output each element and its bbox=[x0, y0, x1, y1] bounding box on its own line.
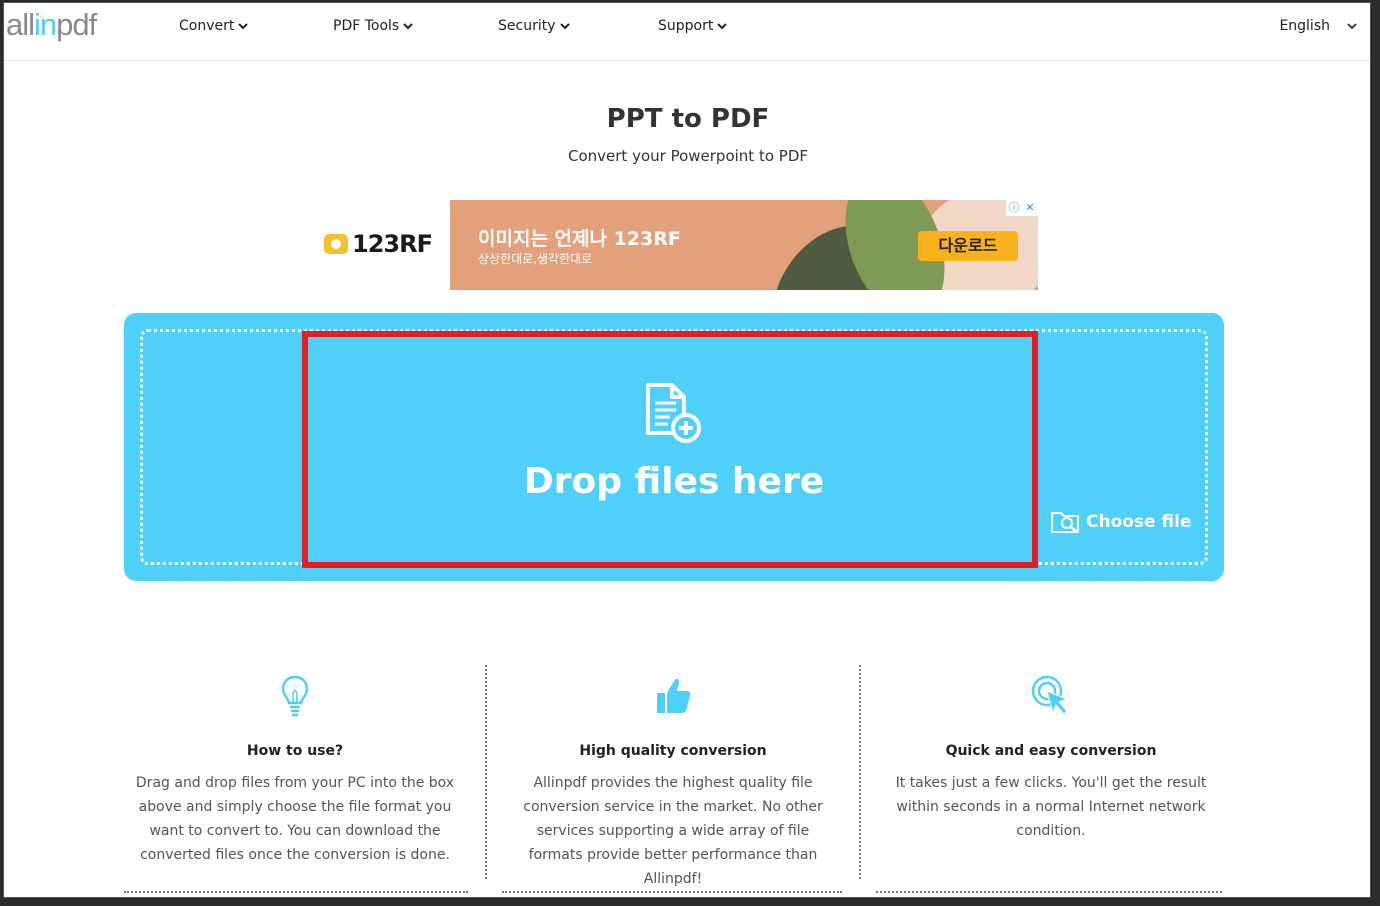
folder-search-icon bbox=[1051, 512, 1079, 533]
feature-high-quality: High quality conversion Allinpdf provide… bbox=[513, 671, 833, 891]
divider bbox=[485, 665, 487, 879]
divider bbox=[124, 891, 468, 893]
language-label: English bbox=[1279, 18, 1330, 34]
feature-description: Allinpdf provides the highest quality fi… bbox=[523, 775, 823, 887]
allinpdf-logo[interactable]: allinpdf bbox=[6, 7, 97, 43]
nav-support-label: Support bbox=[658, 18, 714, 34]
thumbs-up-icon bbox=[657, 678, 691, 713]
ad-subline: 상상한대로,생각한대로 bbox=[478, 252, 593, 266]
page-subtitle: Convert your Powerpoint to PDF bbox=[568, 147, 808, 165]
choose-file-label: Choose file bbox=[1086, 512, 1192, 532]
page-title: PPT to PDF bbox=[606, 104, 770, 134]
ad-controls: ⓘ ✕ bbox=[1006, 200, 1038, 216]
feature-description: It takes just a few clicks. You'll get t… bbox=[895, 775, 1207, 839]
add-file-icon bbox=[646, 383, 701, 443]
nav-security[interactable]: Security bbox=[498, 18, 571, 34]
divider bbox=[876, 891, 1222, 893]
click-cursor-icon bbox=[1031, 675, 1069, 715]
chevron-down-icon bbox=[1347, 23, 1357, 30]
nav-convert-label: Convert bbox=[179, 18, 235, 34]
logo-text-all: all bbox=[6, 7, 35, 42]
camera-icon bbox=[324, 234, 348, 254]
ad-download-button[interactable]: 다운로드 bbox=[918, 231, 1018, 261]
chevron-down-icon bbox=[717, 23, 728, 30]
nav-convert[interactable]: Convert bbox=[179, 18, 249, 34]
feature-title: How to use? bbox=[246, 743, 344, 759]
feature-title: Quick and easy conversion bbox=[945, 743, 1157, 759]
chevron-down-icon bbox=[403, 23, 413, 30]
site-header: allinpdf Convert PDF Tools Security Supp… bbox=[4, 3, 1370, 61]
nav-pdf-tools[interactable]: PDF Tools bbox=[333, 18, 414, 34]
divider bbox=[859, 665, 861, 879]
nav-security-label: Security bbox=[498, 18, 556, 34]
nav-pdf-tools-label: PDF Tools bbox=[333, 18, 400, 34]
lightbulb-icon bbox=[281, 675, 309, 717]
choose-file-button[interactable]: Choose file bbox=[1050, 509, 1191, 535]
logo-text-pdf: pdf bbox=[56, 7, 97, 42]
browser-page: allinpdf Convert PDF Tools Security Supp… bbox=[3, 2, 1371, 898]
ad-close-icon[interactable]: ✕ bbox=[1022, 200, 1038, 216]
logo-text-in: in bbox=[34, 7, 57, 42]
feature-quick-easy: Quick and easy conversion It takes just … bbox=[878, 671, 1224, 843]
chevron-down-icon bbox=[559, 23, 570, 30]
file-drop-zone[interactable]: Drop files here Choose file bbox=[124, 313, 1224, 581]
feature-title: High quality conversion bbox=[579, 743, 767, 759]
feature-description: Drag and drop files from your PC into th… bbox=[135, 775, 455, 863]
feature-how-to-use: How to use? Drag and drop files from you… bbox=[122, 671, 468, 867]
ad-brand-logo[interactable]: 123RF bbox=[324, 230, 433, 258]
ad-brand-text: 123RF bbox=[352, 230, 433, 258]
divider bbox=[502, 891, 842, 893]
ad-banner[interactable]: 이미지는 언제나 123RF 상상한대로,생각한대로 다운로드 ⓘ ✕ bbox=[450, 200, 1038, 290]
drop-files-label: Drop files here bbox=[523, 461, 825, 502]
ad-info-icon[interactable]: ⓘ bbox=[1006, 200, 1022, 216]
nav-support[interactable]: Support bbox=[658, 18, 728, 34]
ad-headline: 이미지는 언제나 123RF bbox=[478, 228, 681, 250]
language-selector[interactable]: English bbox=[1279, 18, 1358, 34]
drop-target-highlight[interactable] bbox=[302, 331, 1038, 568]
chevron-down-icon bbox=[238, 23, 249, 30]
